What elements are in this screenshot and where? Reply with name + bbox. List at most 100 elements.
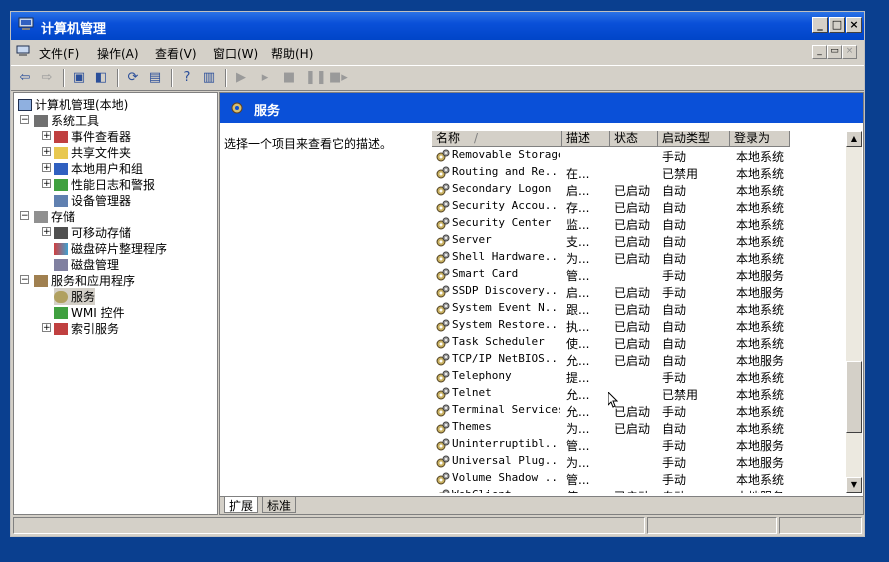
restart-service-icon[interactable]: ■▸ (329, 70, 348, 86)
table-row[interactable]: WebClient 使... 已启动自动 本地服务 (432, 487, 847, 493)
gear-icon (438, 489, 450, 493)
cell-name: Volume Shadow ... (452, 471, 560, 484)
expand-icon[interactable]: + (42, 323, 51, 333)
menu-action[interactable]: 操作(A) (97, 45, 139, 62)
table-row[interactable]: Security Center 监... 已启动 自动 本地系统 (432, 215, 847, 232)
tools-icon (34, 115, 48, 127)
column-status[interactable]: 状态 (610, 131, 658, 147)
child-close-button[interactable]: × (842, 45, 857, 59)
status-bar (13, 516, 862, 536)
tree-defrag[interactable]: 磁盘碎片整理程序 (54, 240, 167, 257)
back-icon[interactable]: ⇦ (17, 70, 33, 86)
collapse-icon[interactable]: − (20, 211, 29, 221)
cell-desc: 为... (566, 456, 590, 470)
tree-system-tools[interactable]: 系统工具 (34, 112, 99, 129)
table-row[interactable]: Secondary Logon 启... 已启动 自动 本地系统 (432, 181, 847, 198)
cell-status: 已启动 (614, 422, 651, 436)
child-restore-button[interactable]: ▭ (827, 45, 842, 59)
resume-icon[interactable]: ▸ (257, 70, 273, 86)
table-row[interactable]: Themes 为... 已启动 自动 本地系统 (432, 419, 847, 436)
tree-services[interactable]: 服务 (54, 288, 96, 305)
gear-icon (436, 217, 450, 230)
title-bar[interactable]: 计算机管理 _ □ × (11, 12, 864, 40)
cell-startup: 自动 (662, 320, 687, 334)
export-list-icon[interactable]: ▤ (147, 70, 163, 86)
tree-local-users[interactable]: 本地用户和组 (54, 160, 143, 177)
tab-extended[interactable]: 扩展 (224, 497, 259, 513)
stop-service-icon[interactable]: ■ (281, 70, 297, 86)
scroll-up-arrow[interactable]: ▲ (846, 131, 862, 147)
table-row[interactable]: Terminal Services 允... 已启动 手动 本地系统 (432, 402, 847, 419)
expand-icon[interactable]: + (42, 163, 51, 173)
tree-event-viewer[interactable]: 事件查看器 (54, 128, 131, 145)
details-pane: 服务 选择一个项目来查看它的描述。 名称 / 描述 状态 启动类型 登录为 Rem… (219, 92, 864, 515)
up-folder-icon[interactable]: ▣ (71, 70, 87, 86)
table-row[interactable]: Telnet 允... 已禁用 本地系统 (432, 385, 847, 402)
table-row[interactable]: Routing and Re... 在... 已禁用 本地系统 (432, 164, 847, 181)
cell-name: Uninterruptibl... (452, 437, 560, 450)
table-row[interactable]: Server 支... 已启动 自动 本地系统 (432, 232, 847, 249)
tree-disk-mgmt[interactable]: 磁盘管理 (54, 256, 119, 273)
tree-shared-folders[interactable]: 共享文件夹 (54, 144, 131, 161)
cell-desc: 允... (566, 405, 590, 419)
menu-help[interactable]: 帮助(H) (271, 45, 313, 62)
tree-services-apps[interactable]: 服务和应用程序 (34, 272, 135, 289)
tree-perf-logs[interactable]: 性能日志和警报 (54, 176, 155, 193)
menu-file[interactable]: 文件(F) (39, 45, 79, 62)
scroll-down-arrow[interactable]: ▼ (846, 477, 862, 493)
expand-icon[interactable]: + (42, 227, 51, 237)
cell-status: 已启动 (614, 286, 651, 300)
cell-desc: 启... (566, 184, 590, 198)
help-icon[interactable]: ? (179, 70, 195, 86)
table-row[interactable]: Volume Shadow ... 管... 手动 本地系统 (432, 470, 847, 487)
cell-name: Telephony (452, 369, 512, 382)
column-startup[interactable]: 启动类型 (658, 131, 730, 147)
tree-wmi[interactable]: WMI 控件 (54, 304, 125, 321)
cell-name: Smart Card (452, 267, 519, 280)
collapse-icon[interactable]: − (20, 115, 29, 125)
maximize-button[interactable]: □ (829, 17, 845, 33)
cell-desc: 使... (566, 337, 590, 351)
tab-standard[interactable]: 标准 (262, 497, 297, 513)
tree-indexing[interactable]: 索引服务 (54, 320, 119, 337)
table-row[interactable]: Shell Hardware... 为... 已启动 自动 本地系统 (432, 249, 847, 266)
minimize-button[interactable]: _ (812, 17, 828, 33)
forward-icon[interactable]: ⇨ (39, 70, 55, 86)
table-row[interactable]: Security Accou... 存... 已启动 自动 本地系统 (432, 198, 847, 215)
table-row[interactable]: SSDP Discovery... 启... 已启动 手动 本地服务 (432, 283, 847, 300)
table-row[interactable]: System Restore... 执... 已启动 自动 本地系统 (432, 317, 847, 334)
column-logon[interactable]: 登录为 (730, 131, 790, 147)
cell-startup: 已禁用 (662, 167, 699, 181)
column-desc[interactable]: 描述 (562, 131, 610, 147)
menu-view[interactable]: 查看(V) (155, 45, 197, 62)
start-service-icon[interactable]: ▶ (233, 70, 249, 86)
expand-icon[interactable]: + (42, 179, 51, 189)
table-row[interactable]: Smart Card 管... 手动 本地服务 (432, 266, 847, 283)
properties-icon[interactable]: ▥ (201, 70, 217, 86)
computer-icon (16, 45, 30, 56)
tree-storage[interactable]: 存储 (34, 208, 75, 225)
table-row[interactable]: TCP/IP NetBIOS... 允... 已启动 自动 本地服务 (432, 351, 847, 368)
column-name[interactable]: 名称 / (432, 131, 562, 147)
show-hide-tree-icon[interactable]: ◧ (93, 70, 109, 86)
scroll-thumb[interactable] (846, 361, 862, 433)
expand-icon[interactable]: + (42, 131, 51, 141)
close-button[interactable]: × (846, 17, 862, 33)
table-row[interactable]: Telephony 提... 手动 本地系统 (432, 368, 847, 385)
table-row[interactable]: Uninterruptibl... 管... 手动 本地服务 (432, 436, 847, 453)
table-row[interactable]: System Event N... 跟... 已启动 自动 本地系统 (432, 300, 847, 317)
collapse-icon[interactable]: − (20, 275, 29, 285)
pause-service-icon[interactable]: ❚❚ (305, 70, 327, 86)
menu-window[interactable]: 窗口(W) (213, 45, 258, 62)
refresh-icon[interactable]: ⟳ (125, 70, 141, 86)
cell-desc: 支... (566, 235, 590, 249)
table-row[interactable]: Universal Plug... 为... 手动 本地服务 (432, 453, 847, 470)
tree-device-manager[interactable]: 设备管理器 (54, 192, 131, 209)
tree-root[interactable]: 计算机管理(本地) (18, 96, 128, 113)
table-row[interactable]: Removable Storage 手动 本地系统 (432, 147, 847, 164)
vertical-scrollbar[interactable]: ▲ ▼ (846, 131, 862, 493)
child-minimize-button[interactable]: _ (812, 45, 827, 59)
expand-icon[interactable]: + (42, 147, 51, 157)
table-row[interactable]: Task Scheduler 使... 已启动 自动 本地系统 (432, 334, 847, 351)
tree-removable-storage[interactable]: 可移动存储 (54, 224, 131, 241)
